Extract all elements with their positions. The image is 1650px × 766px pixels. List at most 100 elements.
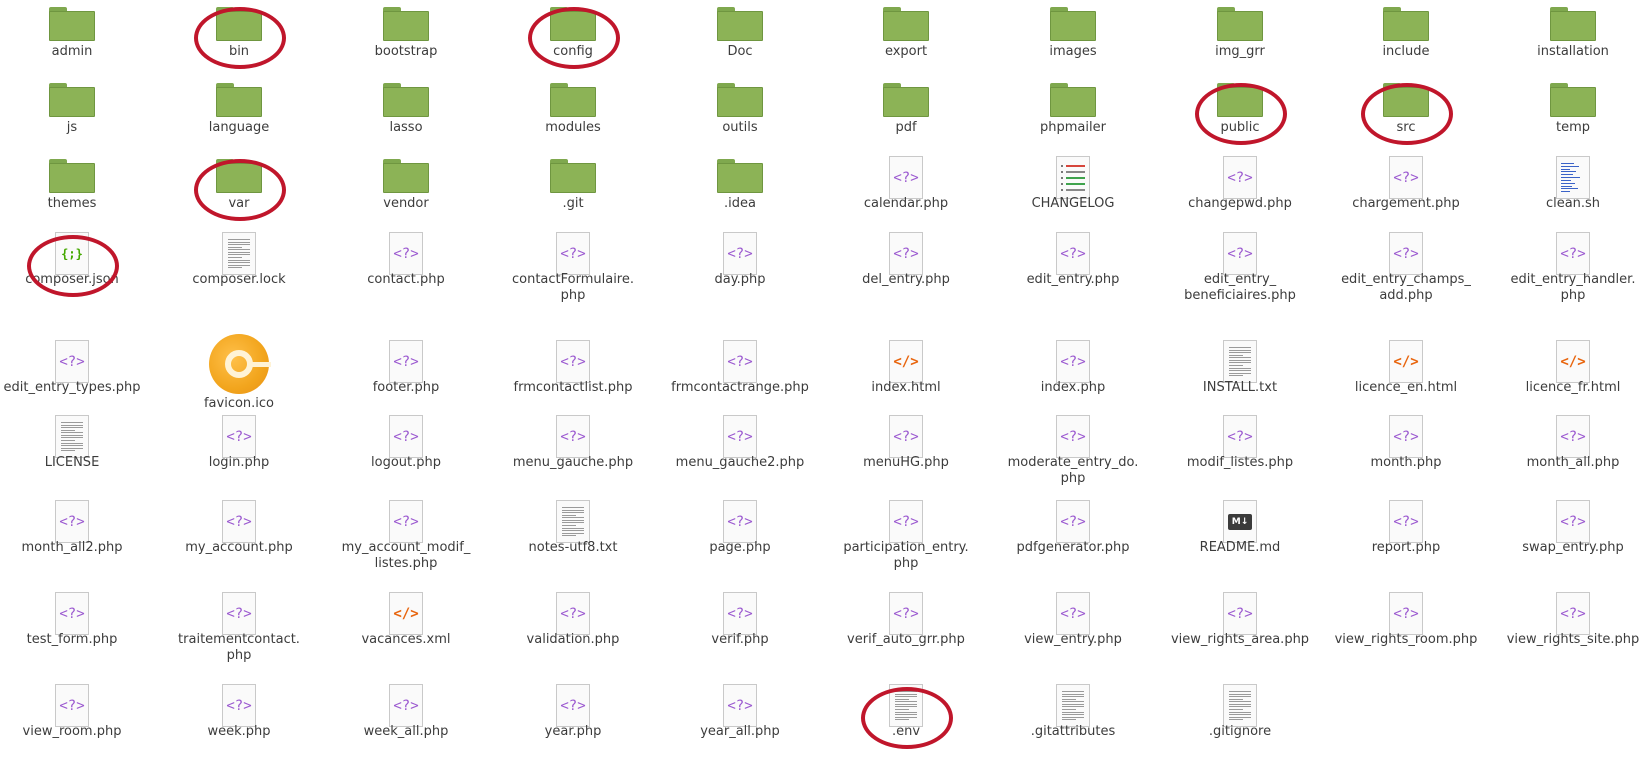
file-traitementcontact-php[interactable]: <?> traitementcontact. php <box>159 592 319 672</box>
item-label: admin <box>51 44 93 59</box>
file-readme-md[interactable]: M↓ README.md <box>1160 500 1320 580</box>
file-clean-sh[interactable]: clean.sh <box>1493 156 1650 236</box>
folder-var[interactable]: var <box>159 156 319 236</box>
file-index-php[interactable]: <?> index.php <box>993 340 1153 420</box>
folder-src[interactable]: src <box>1326 80 1486 160</box>
folder-public[interactable]: public <box>1160 80 1320 160</box>
file-modif-listes-php[interactable]: <?> modif_listes.php <box>1160 415 1320 495</box>
file-changepwd-php[interactable]: <?> changepwd.php <box>1160 156 1320 236</box>
file-edit-entry-handler-php[interactable]: <?> edit_entry_handler. php <box>1493 232 1650 312</box>
file-login-php[interactable]: <?> login.php <box>159 415 319 495</box>
folder-include[interactable]: include <box>1326 4 1486 84</box>
folder-temp[interactable]: temp <box>1493 80 1650 160</box>
file-swap-entry-php[interactable]: <?> swap_entry.php <box>1493 500 1650 580</box>
file-gitattributes[interactable]: .gitattributes <box>993 684 1153 764</box>
code-file-icon: </> <box>1556 340 1590 383</box>
file-vacances-xml[interactable]: </> vacances.xml <box>326 592 486 672</box>
file-view-rights-room-php[interactable]: <?> view_rights_room.php <box>1326 592 1486 672</box>
folder-bin[interactable]: bin <box>159 4 319 84</box>
file-test-form-php[interactable]: <?> test_form.php <box>0 592 152 672</box>
file-install-txt[interactable]: INSTALL.txt <box>1160 340 1320 420</box>
file-verif-auto-grr-php[interactable]: <?> verif_auto_grr.php <box>826 592 986 672</box>
folder-admin[interactable]: admin <box>0 4 152 84</box>
file-gitignore[interactable]: .gitignore <box>1160 684 1320 764</box>
file-participation-entry-php[interactable]: <?> participation_entry. php <box>826 500 986 580</box>
file-view-entry-php[interactable]: <?> view_entry.php <box>993 592 1153 672</box>
file-frmcontactlist-php[interactable]: <?> frmcontactlist.php <box>493 340 653 420</box>
file-year-php[interactable]: <?> year.php <box>493 684 653 764</box>
file-month-all-php[interactable]: <?> month_all.php <box>1493 415 1650 495</box>
folder-git[interactable]: .git <box>493 156 653 236</box>
folder-phpmailer[interactable]: phpmailer <box>993 80 1153 160</box>
file-menu-gauche-php[interactable]: <?> menu_gauche.php <box>493 415 653 495</box>
folder-export[interactable]: export <box>826 4 986 84</box>
folder-themes[interactable]: themes <box>0 156 152 236</box>
file-favicon-ico[interactable]: favicon.ico <box>159 334 319 420</box>
file-licence-en-html[interactable]: </> licence_en.html <box>1326 340 1486 420</box>
file-contact-php[interactable]: <?> contact.php <box>326 232 486 312</box>
file-calendar-php[interactable]: <?> calendar.php <box>826 156 986 236</box>
file-month-all2-php[interactable]: <?> month_all2.php <box>0 500 152 580</box>
file-contactformulaire-php[interactable]: <?> contactFormulaire. php <box>493 232 653 312</box>
folder-icon <box>1217 7 1263 41</box>
file-view-rights-site-php[interactable]: <?> view_rights_site.php <box>1493 592 1650 672</box>
folder-modules[interactable]: modules <box>493 80 653 160</box>
folder-config[interactable]: config <box>493 4 653 84</box>
text-file-icon <box>222 232 256 275</box>
file-edit-entry-php[interactable]: <?> edit_entry.php <box>993 232 1153 312</box>
folder-outils[interactable]: outils <box>660 80 820 160</box>
file-edit-entry-champs-add-php[interactable]: <?> edit_entry_champs_ add.php <box>1326 232 1486 312</box>
folder-lasso[interactable]: lasso <box>326 80 486 160</box>
file-menuhg-php[interactable]: <?> menuHG.php <box>826 415 986 495</box>
file-edit-entry-types-php[interactable]: <?> edit_entry_types.php <box>0 340 152 420</box>
file-changelog[interactable]: CHANGELOG <box>993 156 1153 236</box>
file-year-all-php[interactable]: <?> year_all.php <box>660 684 820 764</box>
item-label: index.html <box>871 380 941 395</box>
file-index-html[interactable]: </> index.html <box>826 340 986 420</box>
file-composer-json[interactable]: {;} composer.json <box>0 232 152 312</box>
file-licence-fr-html[interactable]: </> licence_fr.html <box>1493 340 1650 420</box>
php-file-icon: <?> <box>723 684 757 727</box>
file-pdfgenerator-php[interactable]: <?> pdfgenerator.php <box>993 500 1153 580</box>
file-view-rights-area-php[interactable]: <?> view_rights_area.php <box>1160 592 1320 672</box>
file-footer-php[interactable]: <?> footer.php <box>326 340 486 420</box>
file-logout-php[interactable]: <?> logout.php <box>326 415 486 495</box>
file-notes-utf8-txt[interactable]: notes-utf8.txt <box>493 500 653 580</box>
file-license[interactable]: LICENSE <box>0 415 152 495</box>
item-label: modules <box>545 120 601 135</box>
file-validation-php[interactable]: <?> validation.php <box>493 592 653 672</box>
folder-vendor[interactable]: vendor <box>326 156 486 236</box>
item-label: favicon.ico <box>203 396 275 411</box>
folder-doc[interactable]: Doc <box>660 4 820 84</box>
folder-img-grr[interactable]: img_grr <box>1160 4 1320 84</box>
folder-js[interactable]: js <box>0 80 152 160</box>
item-label: login.php <box>208 455 270 470</box>
folder-language[interactable]: language <box>159 80 319 160</box>
folder-images[interactable]: images <box>993 4 1153 84</box>
folder-bootstrap[interactable]: bootstrap <box>326 4 486 84</box>
file-week-php[interactable]: <?> week.php <box>159 684 319 764</box>
file-my-account-php[interactable]: <?> my_account.php <box>159 500 319 580</box>
file-my-account-modif-listes-php[interactable]: <?> my_account_modif_ listes.php <box>326 500 486 580</box>
file-day-php[interactable]: <?> day.php <box>660 232 820 312</box>
folder-installation[interactable]: installation <box>1493 4 1650 84</box>
file-moderate-entry-do-php[interactable]: <?> moderate_entry_do. php <box>993 415 1153 495</box>
folder-pdf[interactable]: pdf <box>826 80 986 160</box>
file-view-room-php[interactable]: <?> view_room.php <box>0 684 152 764</box>
file-composer-lock[interactable]: composer.lock <box>159 232 319 312</box>
item-label: logout.php <box>371 455 441 470</box>
file-chargement-php[interactable]: <?> chargement.php <box>1326 156 1486 236</box>
file-report-php[interactable]: <?> report.php <box>1326 500 1486 580</box>
file-verif-php[interactable]: <?> verif.php <box>660 592 820 672</box>
file-week-all-php[interactable]: <?> week_all.php <box>326 684 486 764</box>
file-edit-entry-beneficiaires-php[interactable]: <?> edit_entry_ beneficiaires.php <box>1160 232 1320 312</box>
item-label: menu_gauche2.php <box>675 455 805 470</box>
file-frmcontactrange-php[interactable]: <?> frmcontactrange.php <box>660 340 820 420</box>
item-label: week.php <box>207 724 271 739</box>
file-del-entry-php[interactable]: <?> del_entry.php <box>826 232 986 312</box>
file-menu-gauche2-php[interactable]: <?> menu_gauche2.php <box>660 415 820 495</box>
file-env[interactable]: .env <box>826 684 986 764</box>
file-month-php[interactable]: <?> month.php <box>1326 415 1486 495</box>
folder-idea[interactable]: .idea <box>660 156 820 236</box>
file-page-php[interactable]: <?> page.php <box>660 500 820 580</box>
